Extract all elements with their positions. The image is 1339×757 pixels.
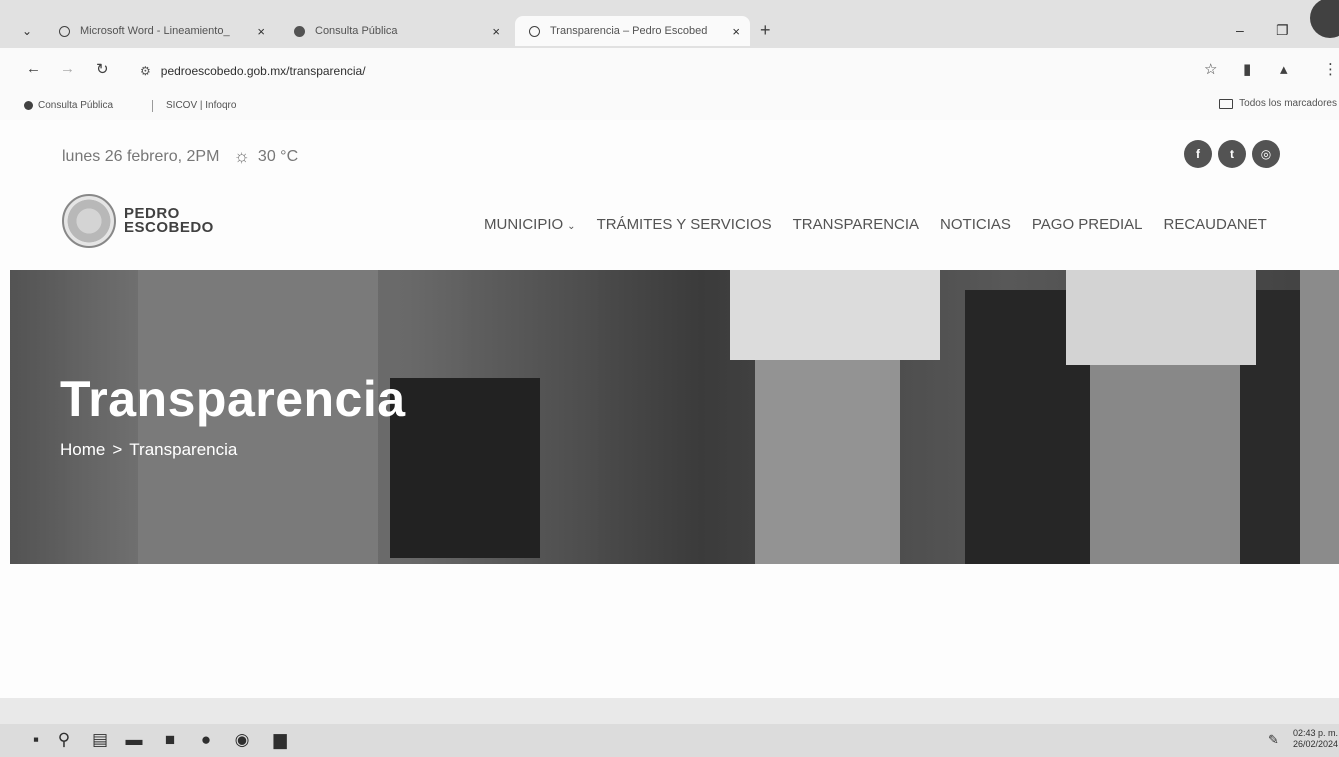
nav-tramites[interactable]: TRÁMITES Y SERVICIOS	[597, 216, 772, 233]
info-icon	[294, 25, 305, 37]
breadcrumb-separator: >	[112, 440, 123, 459]
hero-column	[1300, 270, 1339, 564]
restore-button[interactable]: ❐	[1276, 22, 1289, 39]
url-text: pedroescobedo.gob.mx/transparencia/	[160, 64, 366, 78]
nav-label: MUNICIPIO	[484, 216, 564, 233]
twitter-icon[interactable]: t	[1218, 140, 1246, 168]
globe-icon	[59, 25, 70, 37]
tab-title: Microsoft Word - Lineamiento_	[80, 25, 230, 37]
tab-title: Consulta Pública	[315, 25, 398, 37]
date-text: lunes 26 febrero, 2PM	[62, 147, 220, 165]
webpage: lunes 26 febrero, 2PM ☼ 30 °C f t ◎ PEDR…	[0, 120, 1339, 698]
app-icon[interactable]: ■	[160, 730, 180, 750]
social-links: f t ◎	[1184, 140, 1286, 168]
back-arrow-icon[interactable]: ←	[26, 60, 41, 77]
logo-text: PEDRO ESCOBEDO	[124, 206, 214, 236]
tab-transparencia[interactable]: Transparencia – Pedro Escobed ×	[515, 16, 750, 46]
bookmark-consulta-publica[interactable]: Consulta Pública	[24, 100, 113, 111]
tab-close-button[interactable]: ×	[492, 24, 500, 39]
hero-column-capital	[1066, 270, 1256, 365]
file-explorer-icon[interactable]: ▬	[124, 730, 144, 750]
logo-seal-icon	[62, 194, 116, 248]
pen-icon[interactable]: ✎	[1268, 732, 1279, 748]
tab-close-button[interactable]: ×	[257, 24, 265, 39]
nav-noticias[interactable]: NOTICIAS	[940, 216, 1011, 233]
bookmarks-bar: Consulta Pública SICOV | Infoqro Todos l…	[0, 94, 1339, 120]
minimize-button[interactable]: –	[1236, 22, 1244, 38]
reload-icon[interactable]: ↻	[96, 60, 109, 78]
side-panel-icon[interactable]: ▮	[1243, 60, 1251, 78]
task-view-icon[interactable]: ▤	[90, 730, 110, 750]
menu-dots-icon[interactable]: ⋮	[1323, 60, 1338, 78]
bookmark-sicov[interactable]: SICOV | Infoqro	[166, 100, 236, 111]
facebook-icon[interactable]: f	[1184, 140, 1212, 168]
profile-avatar[interactable]	[1310, 0, 1339, 38]
windows-start-icon[interactable]: ▪	[26, 730, 46, 750]
star-icon[interactable]: ☆	[1204, 60, 1217, 78]
page-title: Transparencia	[60, 371, 406, 427]
bookmark-label: Consulta Pública	[38, 100, 114, 111]
nav-transparencia[interactable]: TRANSPARENCIA	[793, 216, 919, 233]
info-icon	[24, 101, 33, 110]
all-bookmarks-label: Todos los marcadores	[1239, 98, 1337, 109]
site-logo[interactable]: PEDRO ESCOBEDO	[62, 194, 214, 248]
search-icon[interactable]: ⚲	[54, 730, 74, 750]
forward-arrow-icon[interactable]: →	[60, 60, 75, 77]
hero-column-capital	[730, 270, 940, 360]
hero-banner: Transparencia Home > Transparencia	[10, 270, 1339, 564]
word-icon[interactable]: ▆	[270, 730, 290, 750]
browser-toolbar: ← → ↻ ⚙ pedroescobedo.gob.mx/transparenc…	[0, 48, 1339, 94]
nav-recaudanet[interactable]: RECAUDANET	[1163, 216, 1266, 233]
edge-icon[interactable]: ●	[196, 730, 216, 750]
tab-close-button[interactable]: ×	[732, 24, 740, 39]
windows-taskbar: ▪ ⚲ ▤ ▬ ■ ● ◉ ▆ ✎ 02:43 p. m. 26/02/2024	[0, 724, 1339, 757]
bookmark-divider	[152, 100, 153, 112]
globe-icon	[529, 25, 540, 37]
nav-municipio[interactable]: MUNICIPIO ⌄	[484, 216, 576, 233]
clock-time: 02:43 p. m.	[1293, 728, 1339, 738]
profile-icon[interactable]: ▴	[1280, 60, 1288, 78]
browser-tab-bar: ⌄ Microsoft Word - Lineamiento_ × Consul…	[0, 0, 1339, 48]
tab-search-chevron-icon[interactable]: ⌄	[22, 24, 32, 38]
site-settings-icon[interactable]: ⚙	[140, 64, 151, 78]
folder-icon	[1219, 98, 1234, 109]
hero-plant-panel	[390, 378, 540, 558]
chrome-icon[interactable]: ◉	[232, 730, 252, 750]
logo-line-2: ESCOBEDO	[124, 219, 214, 236]
tab-consulta-publica[interactable]: Consulta Pública ×	[280, 16, 510, 46]
nav-pago-predial[interactable]: PAGO PREDIAL	[1032, 216, 1143, 233]
main-nav: MUNICIPIO ⌄ TRÁMITES Y SERVICIOS TRANSPAR…	[484, 216, 1288, 233]
tab-title: Transparencia – Pedro Escobed	[550, 25, 708, 37]
sun-icon: ☼	[233, 146, 250, 166]
breadcrumb: Home > Transparencia	[60, 440, 237, 460]
breadcrumb-current: Transparencia	[129, 440, 238, 459]
chevron-down-icon: ⌄	[567, 221, 576, 232]
temperature: 30 °C	[257, 147, 299, 165]
tab-microsoft-word[interactable]: Microsoft Word - Lineamiento_ ×	[45, 16, 275, 46]
breadcrumb-home[interactable]: Home	[60, 440, 105, 460]
new-tab-button[interactable]: +	[760, 20, 771, 41]
clock-date: 26/02/2024	[1293, 739, 1339, 749]
bookmark-label: SICOV | Infoqro	[166, 100, 237, 111]
taskbar-clock[interactable]: 02:43 p. m. 26/02/2024	[1293, 728, 1338, 750]
instagram-icon[interactable]: ◎	[1252, 140, 1280, 168]
address-bar[interactable]: ⚙ pedroescobedo.gob.mx/transparencia/	[140, 54, 1175, 88]
date-weather: lunes 26 febrero, 2PM ☼ 30 °C	[62, 146, 298, 167]
all-bookmarks-button[interactable]: Todos los marcadores	[1219, 98, 1337, 109]
